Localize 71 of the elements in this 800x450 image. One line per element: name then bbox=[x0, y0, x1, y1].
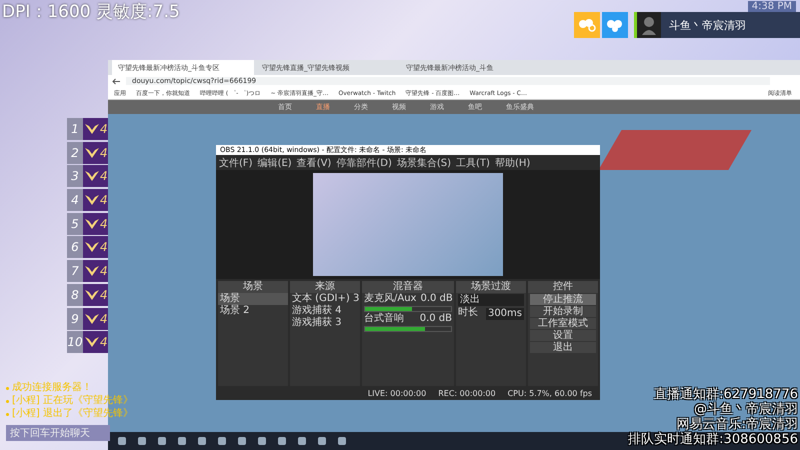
bullet-icon bbox=[6, 400, 9, 402]
chat-bubbles-icon bbox=[578, 18, 596, 32]
status-text: REC: 00:00:00 bbox=[437, 388, 497, 400]
rank-number: 10 bbox=[67, 331, 83, 354]
rank-number: 6 bbox=[67, 236, 83, 258]
menu-item[interactable]: 查看(V) bbox=[296, 156, 332, 169]
menu-item[interactable]: 工具(T) bbox=[456, 156, 490, 169]
tier-badge: 4 bbox=[83, 308, 110, 330]
audio-channel-name: 麦克风/Aux bbox=[363, 293, 418, 305]
rank-number: 5 bbox=[67, 212, 83, 235]
tier-badge: 4 bbox=[83, 189, 110, 212]
notice-text: @斗鱼丶帝宸清羽 bbox=[693, 402, 798, 417]
bullet-icon bbox=[6, 412, 9, 416]
chat-input-field[interactable]: 按下回车开始聊天 bbox=[6, 425, 110, 441]
source-item[interactable]: 文本 (GDI+) 3 bbox=[290, 293, 360, 305]
chat-message: [小程] 退出了《守望先锋》 bbox=[12, 408, 133, 420]
source-item[interactable]: 游戏捕获 3 bbox=[290, 317, 360, 329]
tier-badge: 4 bbox=[83, 236, 110, 258]
chat-message: [小程] 正在玩《守望先锋》 bbox=[12, 395, 133, 407]
transition-dropdown[interactable]: 淡出 bbox=[458, 294, 524, 306]
chat-bubbles-icon bbox=[606, 18, 624, 32]
back-arrow-icon[interactable] bbox=[112, 78, 120, 84]
menu-item[interactable]: 帮助(H) bbox=[494, 156, 530, 169]
scene-item[interactable]: 场景 2 bbox=[218, 305, 288, 317]
notice-text: 排队实时通知群:308600856 bbox=[628, 432, 798, 447]
panel-header: 场景 bbox=[218, 281, 288, 293]
rank-number: 1 bbox=[67, 118, 83, 140]
tier-badge: 4 bbox=[83, 284, 110, 306]
panel-header: 场景过渡 bbox=[456, 281, 526, 293]
dpi-overlay-text: DPI：1600 灵敏度:7.5 bbox=[2, 1, 180, 23]
control-button[interactable]: 停止推流 bbox=[530, 294, 596, 305]
rank-number: 2 bbox=[67, 142, 83, 164]
status-text: LIVE: 00:00:00 bbox=[366, 388, 428, 400]
audio-channel-name: 台式音响 bbox=[363, 313, 405, 325]
scene-item[interactable]: 场景 bbox=[218, 293, 288, 305]
menu-item[interactable]: 场景集合(S) bbox=[396, 156, 452, 169]
menu-item[interactable]: 编辑(E) bbox=[258, 156, 292, 169]
streamer-name: 斗鱼丶帝宸清羽 bbox=[669, 18, 747, 32]
control-button[interactable]: 设置 bbox=[530, 330, 596, 341]
control-button[interactable]: 退出 bbox=[530, 342, 596, 353]
panel-header: 混音器 bbox=[362, 281, 454, 293]
chat-message: 成功连接服务器！ bbox=[12, 382, 92, 394]
menu-item[interactable]: 文件(F) bbox=[219, 156, 253, 169]
panel-header: 来源 bbox=[290, 281, 360, 293]
tier-badge: 4 bbox=[83, 260, 110, 282]
bullet-icon bbox=[6, 386, 9, 390]
panel-header: 控件 bbox=[528, 281, 598, 293]
clock: 4:38 PM bbox=[748, 1, 796, 12]
rank-number: 8 bbox=[67, 284, 83, 306]
rank-number: 4 bbox=[67, 189, 83, 212]
chat-button[interactable] bbox=[602, 12, 628, 38]
source-item[interactable]: 游戏捕获 4 bbox=[290, 305, 360, 317]
status-text: CPU: 5.7%, 60.00 fps bbox=[506, 388, 593, 400]
duration-label: 时长 bbox=[457, 307, 479, 320]
tier-badge: 4 bbox=[83, 142, 110, 164]
control-button[interactable]: 工作室模式 bbox=[530, 318, 596, 329]
duration-field[interactable]: 300ms bbox=[486, 308, 524, 320]
rank-number: 3 bbox=[67, 165, 83, 188]
rank-number: 9 bbox=[67, 308, 83, 330]
audio-reading: 0.0 dB bbox=[419, 293, 454, 305]
tier-badge: 4 bbox=[83, 165, 110, 188]
rank-number: 7 bbox=[67, 260, 83, 282]
avatar-silhouette bbox=[637, 12, 661, 38]
control-button[interactable]: 开始录制 bbox=[530, 306, 596, 317]
tier-badge: 4 bbox=[83, 212, 110, 235]
tier-badge: 4 bbox=[83, 331, 110, 354]
notice-text: 网易云音乐:帝宸清羽 bbox=[676, 417, 798, 432]
tier-badge: 4 bbox=[83, 118, 110, 140]
audio-reading: 0.0 dB bbox=[418, 313, 453, 325]
notice-text: 直播通知群:627918776 bbox=[653, 387, 798, 402]
menu-item[interactable]: 停靠部件(D) bbox=[336, 156, 392, 169]
